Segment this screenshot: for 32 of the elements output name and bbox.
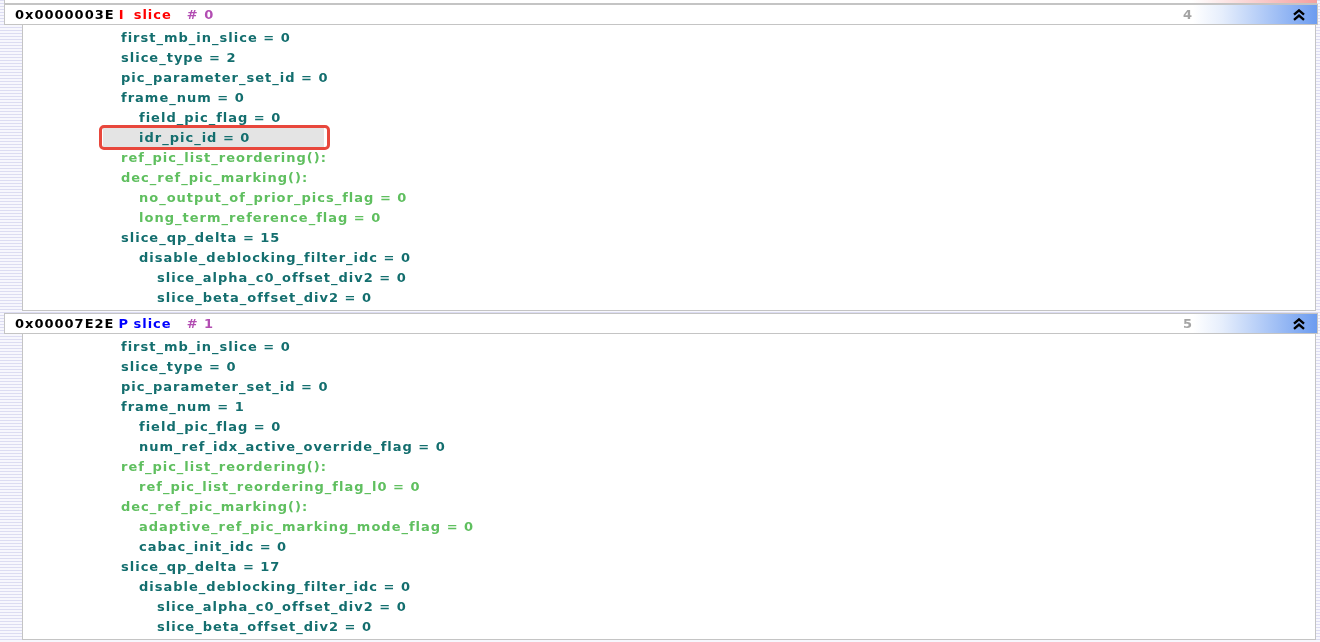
slice-type-letter: P <box>118 315 130 333</box>
slice-type-label: slice <box>133 315 172 333</box>
syntax-line[interactable]: first_mb_in_slice = 0 <box>121 28 291 48</box>
syntax-line[interactable]: num_ref_idx_active_override_flag = 0 <box>139 437 446 457</box>
syntax-line[interactable]: slice_type = 0 <box>121 357 237 377</box>
syntax-line[interactable]: slice_alpha_c0_offset_div2 = 0 <box>157 268 407 288</box>
syntax-line[interactable]: field_pic_flag = 0 <box>139 108 282 128</box>
address-text: 0x0000003E <box>15 6 115 24</box>
syntax-line[interactable]: frame_num = 0 <box>121 88 245 108</box>
slice-number: 5 <box>1182 315 1193 333</box>
syntax-line[interactable]: first_mb_in_slice = 0 <box>121 337 291 357</box>
syntax-line[interactable]: cabac_init_idc = 0 <box>139 537 288 557</box>
slice-index: # 0 <box>186 6 215 24</box>
slice-type-letter: I <box>118 6 126 24</box>
syntax-line[interactable]: slice_beta_offset_div2 = 0 <box>157 288 373 308</box>
syntax-line[interactable]: frame_num = 1 <box>121 397 245 417</box>
double-chevron-icon[interactable] <box>1293 8 1305 21</box>
syntax-line[interactable]: pic_parameter_set_id = 0 <box>121 377 329 397</box>
syntax-line[interactable]: disable_deblocking_filter_idc = 0 <box>139 248 411 268</box>
syntax-line[interactable]: slice_qp_delta = 17 <box>121 557 281 577</box>
double-chevron-icon[interactable] <box>1293 317 1305 330</box>
syntax-line[interactable]: slice_beta_offset_div2 = 0 <box>157 617 373 637</box>
syntax-line[interactable]: pic_parameter_set_id = 0 <box>121 68 329 88</box>
address-text: 0x00007E2E <box>15 315 115 333</box>
slice-number: 4 <box>1182 6 1193 24</box>
syntax-line[interactable]: slice_qp_delta = 15 <box>121 228 281 248</box>
syntax-line[interactable]: disable_deblocking_filter_idc = 0 <box>139 577 411 597</box>
syntax-line[interactable]: slice_alpha_c0_offset_div2 = 0 <box>157 597 407 617</box>
syntax-line[interactable]: slice_type = 2 <box>121 48 237 68</box>
slice-index: # 1 <box>186 315 215 333</box>
syntax-line[interactable]: field_pic_flag = 0 <box>139 417 282 437</box>
slice-type-label: slice <box>133 6 172 24</box>
